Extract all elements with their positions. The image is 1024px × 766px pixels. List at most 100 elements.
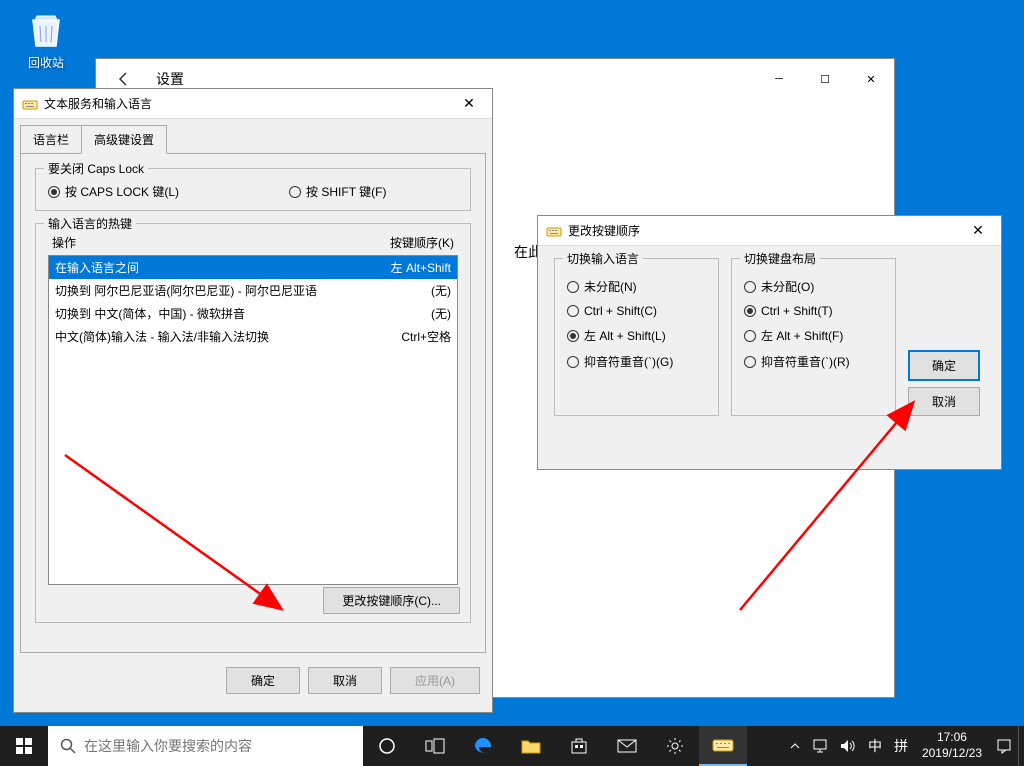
clock[interactable]: 17:06 2019/12/23 [914,730,990,761]
radio-icon [744,330,756,342]
hotkey-keyseq: 左 Alt+Shift [391,259,451,276]
radio-icon [567,281,579,293]
tab-advanced-keys[interactable]: 高级键设置 [81,125,167,154]
keyboard-icon [546,223,562,239]
action-center-icon[interactable] [990,726,1018,766]
system-tray: 中 拼 17:06 2019/12/23 [784,726,1024,766]
text-services-titlebar: 文本服务和输入语言 ✕ [14,89,492,119]
hotkeys-legend: 输入语言的热键 [44,215,136,232]
search-icon [60,738,76,754]
apply-button[interactable]: 应用(A) [390,667,480,694]
hotkey-action: 中文(简体)输入法 - 输入法/非输入法切换 [55,328,401,345]
radio-layout-unassigned[interactable]: 未分配(O) [744,278,883,295]
tab-language-bar[interactable]: 语言栏 [20,125,82,154]
close-icon[interactable]: ✕ [963,221,993,241]
hotkey-row[interactable]: 在输入语言之间左 Alt+Shift [49,256,457,279]
change-seq-content: 切换输入语言 未分配(N) Ctrl + Shift(C) 左 Alt + Sh… [538,246,1001,428]
network-icon[interactable] [806,726,834,766]
radio-caps-label: 按 CAPS LOCK 键(L) [65,183,179,200]
radio-input-alt-shift[interactable]: 左 Alt + Shift(L) [567,327,706,344]
search-box[interactable] [48,726,363,766]
col-keyseq-header: 按键顺序(K) [390,234,454,251]
radio-icon [567,356,579,368]
text-services-title: 文本服务和输入语言 [44,95,454,112]
ime-language[interactable]: 中 [862,726,888,766]
hotkey-row[interactable]: 切换到 中文(简体，中国) - 微软拼音(无) [49,302,457,325]
minimize-button[interactable]: ─ [756,63,802,95]
radio-layout-ctrl-shift[interactable]: Ctrl + Shift(T) [744,304,883,318]
task-view-icon[interactable] [411,726,459,766]
hotkeys-fieldset: 输入语言的热键 操作 按键顺序(K) 在输入语言之间左 Alt+Shift切换到… [35,223,471,623]
radio-caps-lock[interactable]: 按 CAPS LOCK 键(L) [48,183,179,200]
recycle-bin-icon[interactable]: 回收站 [16,8,76,71]
edge-icon[interactable] [459,726,507,766]
radio-icon [744,356,756,368]
change-sequence-button[interactable]: 更改按键顺序(C)... [323,587,460,614]
ok-button[interactable]: 确定 [226,667,300,694]
close-icon[interactable]: ✕ [454,94,484,114]
radio-icon [48,186,60,198]
radio-input-ctrl-shift[interactable]: Ctrl + Shift(C) [567,304,706,318]
cortana-icon[interactable] [363,726,411,766]
radio-layout-alt-shift[interactable]: 左 Alt + Shift(F) [744,327,883,344]
change-seq-title: 更改按键顺序 [568,222,963,239]
change-seq-titlebar: 更改按键顺序 ✕ [538,216,1001,246]
recycle-bin-label: 回收站 [16,54,76,71]
mail-icon[interactable] [603,726,651,766]
hotkey-header: 操作 按键顺序(K) [48,234,458,251]
close-button[interactable]: ✕ [848,63,894,95]
radio-layout-grave[interactable]: 抑音符重音(`)(R) [744,353,883,370]
hotkey-keyseq: (无) [431,282,451,299]
input-group-title: 切换输入语言 [563,250,643,267]
hotkey-row[interactable]: 中文(简体)输入法 - 输入法/非输入法切换Ctrl+空格 [49,325,457,348]
tray-chevron-icon[interactable] [784,726,806,766]
search-input[interactable] [84,738,351,754]
hotkey-row[interactable]: 切换到 阿尔巴尼亚语(阿尔巴尼亚) - 阿尔巴尼亚语(无) [49,279,457,302]
settings-title: 设置 [156,69,184,89]
start-button[interactable] [0,726,48,766]
file-explorer-icon[interactable] [507,726,555,766]
keyboard-app-icon[interactable] [699,726,747,766]
col-action-header: 操作 [52,234,390,251]
radio-input-grave[interactable]: 抑音符重音(`)(G) [567,353,706,370]
ok-button[interactable]: 确定 [908,350,980,381]
store-icon[interactable] [555,726,603,766]
settings-icon[interactable] [651,726,699,766]
hotkey-action: 切换到 中文(简体，中国) - 微软拼音 [55,305,431,322]
keyboard-icon [22,96,38,112]
maximize-button[interactable]: ☐ [802,63,848,95]
taskbar: 中 拼 17:06 2019/12/23 [0,726,1024,766]
radio-icon [744,281,756,293]
taskbar-app-icons [363,726,747,766]
hotkey-keyseq: (无) [431,305,451,322]
clock-date: 2019/12/23 [922,746,982,762]
layout-group-title: 切换键盘布局 [740,250,820,267]
cancel-button[interactable]: 取消 [908,387,980,416]
caps-lock-legend: 要关闭 Caps Lock [44,160,148,177]
keyboard-layout-group: 切换键盘布局 未分配(O) Ctrl + Shift(T) 左 Alt + Sh… [731,258,896,416]
caps-lock-fieldset: 要关闭 Caps Lock 按 CAPS LOCK 键(L) 按 SHIFT 键… [35,168,471,211]
hotkey-list[interactable]: 在输入语言之间左 Alt+Shift切换到 阿尔巴尼亚语(阿尔巴尼亚) - 阿尔… [48,255,458,585]
tabs: 语言栏 高级键设置 [14,119,492,154]
tab-content-advanced: 要关闭 Caps Lock 按 CAPS LOCK 键(L) 按 SHIFT 键… [20,153,486,653]
text-services-buttons: 确定 取消 应用(A) [14,659,492,702]
hotkey-keyseq: Ctrl+空格 [401,328,451,345]
radio-shift[interactable]: 按 SHIFT 键(F) [289,183,386,200]
hotkey-action: 切换到 阿尔巴尼亚语(阿尔巴尼亚) - 阿尔巴尼亚语 [55,282,431,299]
change-key-sequence-dialog: 更改按键顺序 ✕ 切换输入语言 未分配(N) Ctrl + Shift(C) 左… [537,215,1002,470]
change-seq-buttons: 确定 取消 [908,350,980,416]
radio-shift-label: 按 SHIFT 键(F) [306,183,386,200]
ime-mode[interactable]: 拼 [888,726,914,766]
show-desktop-button[interactable] [1018,726,1024,766]
hotkey-action: 在输入语言之间 [55,259,391,276]
radio-icon [744,305,756,317]
recycle-bin-glyph [25,8,67,50]
radio-input-unassigned[interactable]: 未分配(N) [567,278,706,295]
text-services-dialog: 文本服务和输入语言 ✕ 语言栏 高级键设置 要关闭 Caps Lock 按 CA… [13,88,493,713]
cancel-button[interactable]: 取消 [308,667,382,694]
radio-icon [567,330,579,342]
volume-icon[interactable] [834,726,862,766]
radio-icon [289,186,301,198]
radio-icon [567,305,579,317]
input-language-group: 切换输入语言 未分配(N) Ctrl + Shift(C) 左 Alt + Sh… [554,258,719,416]
